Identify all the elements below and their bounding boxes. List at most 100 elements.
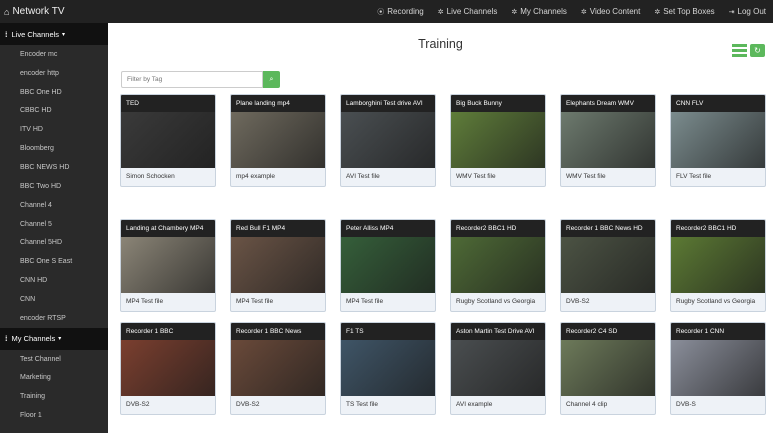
tv-icon: ⁞	[5, 29, 8, 39]
video-card-title: CNN FLV	[671, 95, 765, 112]
video-thumbnail[interactable]	[341, 340, 435, 396]
video-card-title: TED	[121, 95, 215, 112]
video-thumbnail[interactable]	[121, 237, 215, 293]
video-card[interactable]: F1 TS TS Test file	[340, 322, 436, 415]
list-view-icon[interactable]	[732, 44, 747, 57]
video-card[interactable]: Recorder 1 CNN DVB-S	[670, 322, 766, 415]
video-card[interactable]: Elephants Dream WMV WMV Test file	[560, 94, 656, 187]
video-card[interactable]: Landing at Chambery MP4 MP4 Test file	[120, 219, 216, 312]
view-controls: ↻	[732, 44, 765, 57]
sidebar-group-my-channels[interactable]: ⁞ My Channels ▾	[0, 327, 108, 350]
video-card-title: Recorder 1 BBC News HD	[561, 220, 655, 237]
sidebar-item[interactable]: Channel 5HD	[0, 233, 108, 252]
record-icon: ⦿	[377, 8, 385, 16]
video-card-title: Landing at Chambery MP4	[121, 220, 215, 237]
sidebar-item[interactable]: ITV HD	[0, 120, 108, 139]
video-thumbnail[interactable]	[561, 237, 655, 293]
app-brand[interactable]: ⌂ Network TV	[0, 6, 150, 17]
video-card[interactable]: Recorder2 C4 SD Channel 4 clip	[560, 322, 656, 415]
caret-down-icon: ▾	[62, 31, 66, 38]
video-card-title: F1 TS	[341, 323, 435, 340]
video-thumbnail[interactable]	[451, 340, 545, 396]
top-nav: ⦿ Recording ✲ Live Channels ✲ My Channels ✲…	[370, 7, 773, 17]
video-card-description: AVI Test file	[346, 173, 380, 180]
video-card-title: Recorder 1 BBC	[121, 323, 215, 340]
app-title: Network TV	[12, 6, 65, 17]
gear-icon: ✲	[580, 8, 587, 16]
video-card[interactable]: TED Simon Schocken	[120, 94, 216, 187]
video-card[interactable]: Lamborghini Test drive AVI AVI Test file	[340, 94, 436, 187]
video-card-description: WMV Test file	[456, 173, 496, 180]
video-card-title: Big Buck Bunny	[451, 95, 545, 112]
video-card[interactable]: Recorder2 BBC1 HD Rugby Scotland vs Georg…	[670, 219, 766, 312]
nav-video-content[interactable]: ✲ Video Content	[574, 7, 647, 16]
video-thumbnail[interactable]	[231, 340, 325, 396]
sidebar-item[interactable]: Test Channel	[0, 350, 108, 369]
video-card-description: DVB-S2	[126, 401, 150, 408]
nav-my-channels[interactable]: ✲ My Channels	[504, 7, 574, 16]
live-channel-list: Encoder mc encoder http BBC One HD CBBC HD I…	[0, 45, 108, 328]
video-card[interactable]: Big Buck Bunny WMV Test file	[450, 94, 546, 187]
video-card[interactable]: Aston Martin Test Drive AVI AVI example	[450, 322, 546, 415]
sidebar-item[interactable]: Marketing	[0, 369, 108, 388]
video-card-title: Lamborghini Test drive AVI	[341, 95, 435, 112]
video-thumbnail[interactable]	[341, 112, 435, 168]
video-card[interactable]: Recorder 1 BBC News HD DVB-S2	[560, 219, 656, 312]
video-card-title: Peter Alliss MP4	[341, 220, 435, 237]
video-card[interactable]: CNN FLV FLV Test file	[670, 94, 766, 187]
sidebar-item[interactable]: Training	[0, 387, 108, 406]
main-content: Training ↻ ⌕ TED Simon Schocken Plane land…	[108, 23, 773, 433]
video-card[interactable]: Red Bull F1 MP4 MP4 Test file	[230, 219, 326, 312]
sidebar-item[interactable]: BBC Two HD	[0, 177, 108, 196]
sidebar-item[interactable]: BBC One S East	[0, 252, 108, 271]
video-card[interactable]: Recorder 1 BBC News DVB-S2	[230, 322, 326, 415]
video-card-title: Recorder 1 CNN	[671, 323, 765, 340]
video-thumbnail[interactable]	[451, 237, 545, 293]
video-card-description: TS Test file	[346, 401, 379, 408]
nav-live-channels[interactable]: ✲ Live Channels	[431, 7, 505, 16]
video-thumbnail[interactable]	[341, 237, 435, 293]
video-card[interactable]: Recorder2 BBC1 HD Rugby Scotland vs Georg…	[450, 219, 546, 312]
video-thumbnail[interactable]	[671, 112, 765, 168]
sidebar-item[interactable]: CNN HD	[0, 271, 108, 290]
gear-icon: ✲	[511, 8, 518, 16]
nav-recording[interactable]: ⦿ Recording	[370, 7, 430, 17]
sidebar-item[interactable]: BBC One HD	[0, 83, 108, 102]
sidebar-item[interactable]: CBBC HD	[0, 102, 108, 121]
video-thumbnail[interactable]	[231, 237, 325, 293]
video-card-title: Recorder2 BBC1 HD	[451, 220, 545, 237]
nav-log-out[interactable]: ⇥ Log Out	[722, 7, 773, 16]
video-card-title: Aston Martin Test Drive AVI	[451, 323, 545, 340]
tag-filter: ⌕	[121, 71, 280, 88]
video-thumbnail[interactable]	[231, 112, 325, 168]
video-thumbnail[interactable]	[671, 237, 765, 293]
tv-icon: ⁞	[5, 334, 8, 344]
sidebar-item[interactable]: Floor 1	[0, 406, 108, 425]
filter-by-tag-input[interactable]	[121, 71, 263, 88]
sidebar-group-live-channels[interactable]: ⁞ Live Channels ▾	[0, 23, 108, 45]
video-thumbnail[interactable]	[561, 340, 655, 396]
refresh-button[interactable]: ↻	[750, 44, 765, 57]
video-thumbnail[interactable]	[121, 112, 215, 168]
sidebar-item[interactable]: Channel 5	[0, 215, 108, 234]
video-card-title: Red Bull F1 MP4	[231, 220, 325, 237]
video-card[interactable]: Peter Alliss MP4 MP4 Test file	[340, 219, 436, 312]
video-card[interactable]: Plane landing mp4 mp4 example	[230, 94, 326, 187]
video-thumbnail[interactable]	[121, 340, 215, 396]
search-button[interactable]: ⌕	[263, 71, 280, 88]
sidebar-item[interactable]: Channel 4	[0, 196, 108, 215]
sidebar-item[interactable]: BBC NEWS HD	[0, 158, 108, 177]
video-thumbnail[interactable]	[451, 112, 545, 168]
sidebar-item[interactable]: encoder RTSP	[0, 309, 108, 328]
sidebar-item[interactable]: CNN	[0, 290, 108, 309]
video-card-description: Channel 4 clip	[566, 401, 608, 408]
video-thumbnail[interactable]	[671, 340, 765, 396]
sidebar-item[interactable]: encoder http	[0, 64, 108, 83]
nav-set-top-boxes[interactable]: ✲ Set Top Boxes	[647, 7, 721, 16]
search-icon: ⌕	[269, 75, 274, 83]
video-card-title: Recorder 1 BBC News	[231, 323, 325, 340]
sidebar-item[interactable]: Encoder mc	[0, 45, 108, 64]
video-thumbnail[interactable]	[561, 112, 655, 168]
sidebar-item[interactable]: Bloomberg	[0, 139, 108, 158]
video-card[interactable]: Recorder 1 BBC DVB-S2	[120, 322, 216, 415]
